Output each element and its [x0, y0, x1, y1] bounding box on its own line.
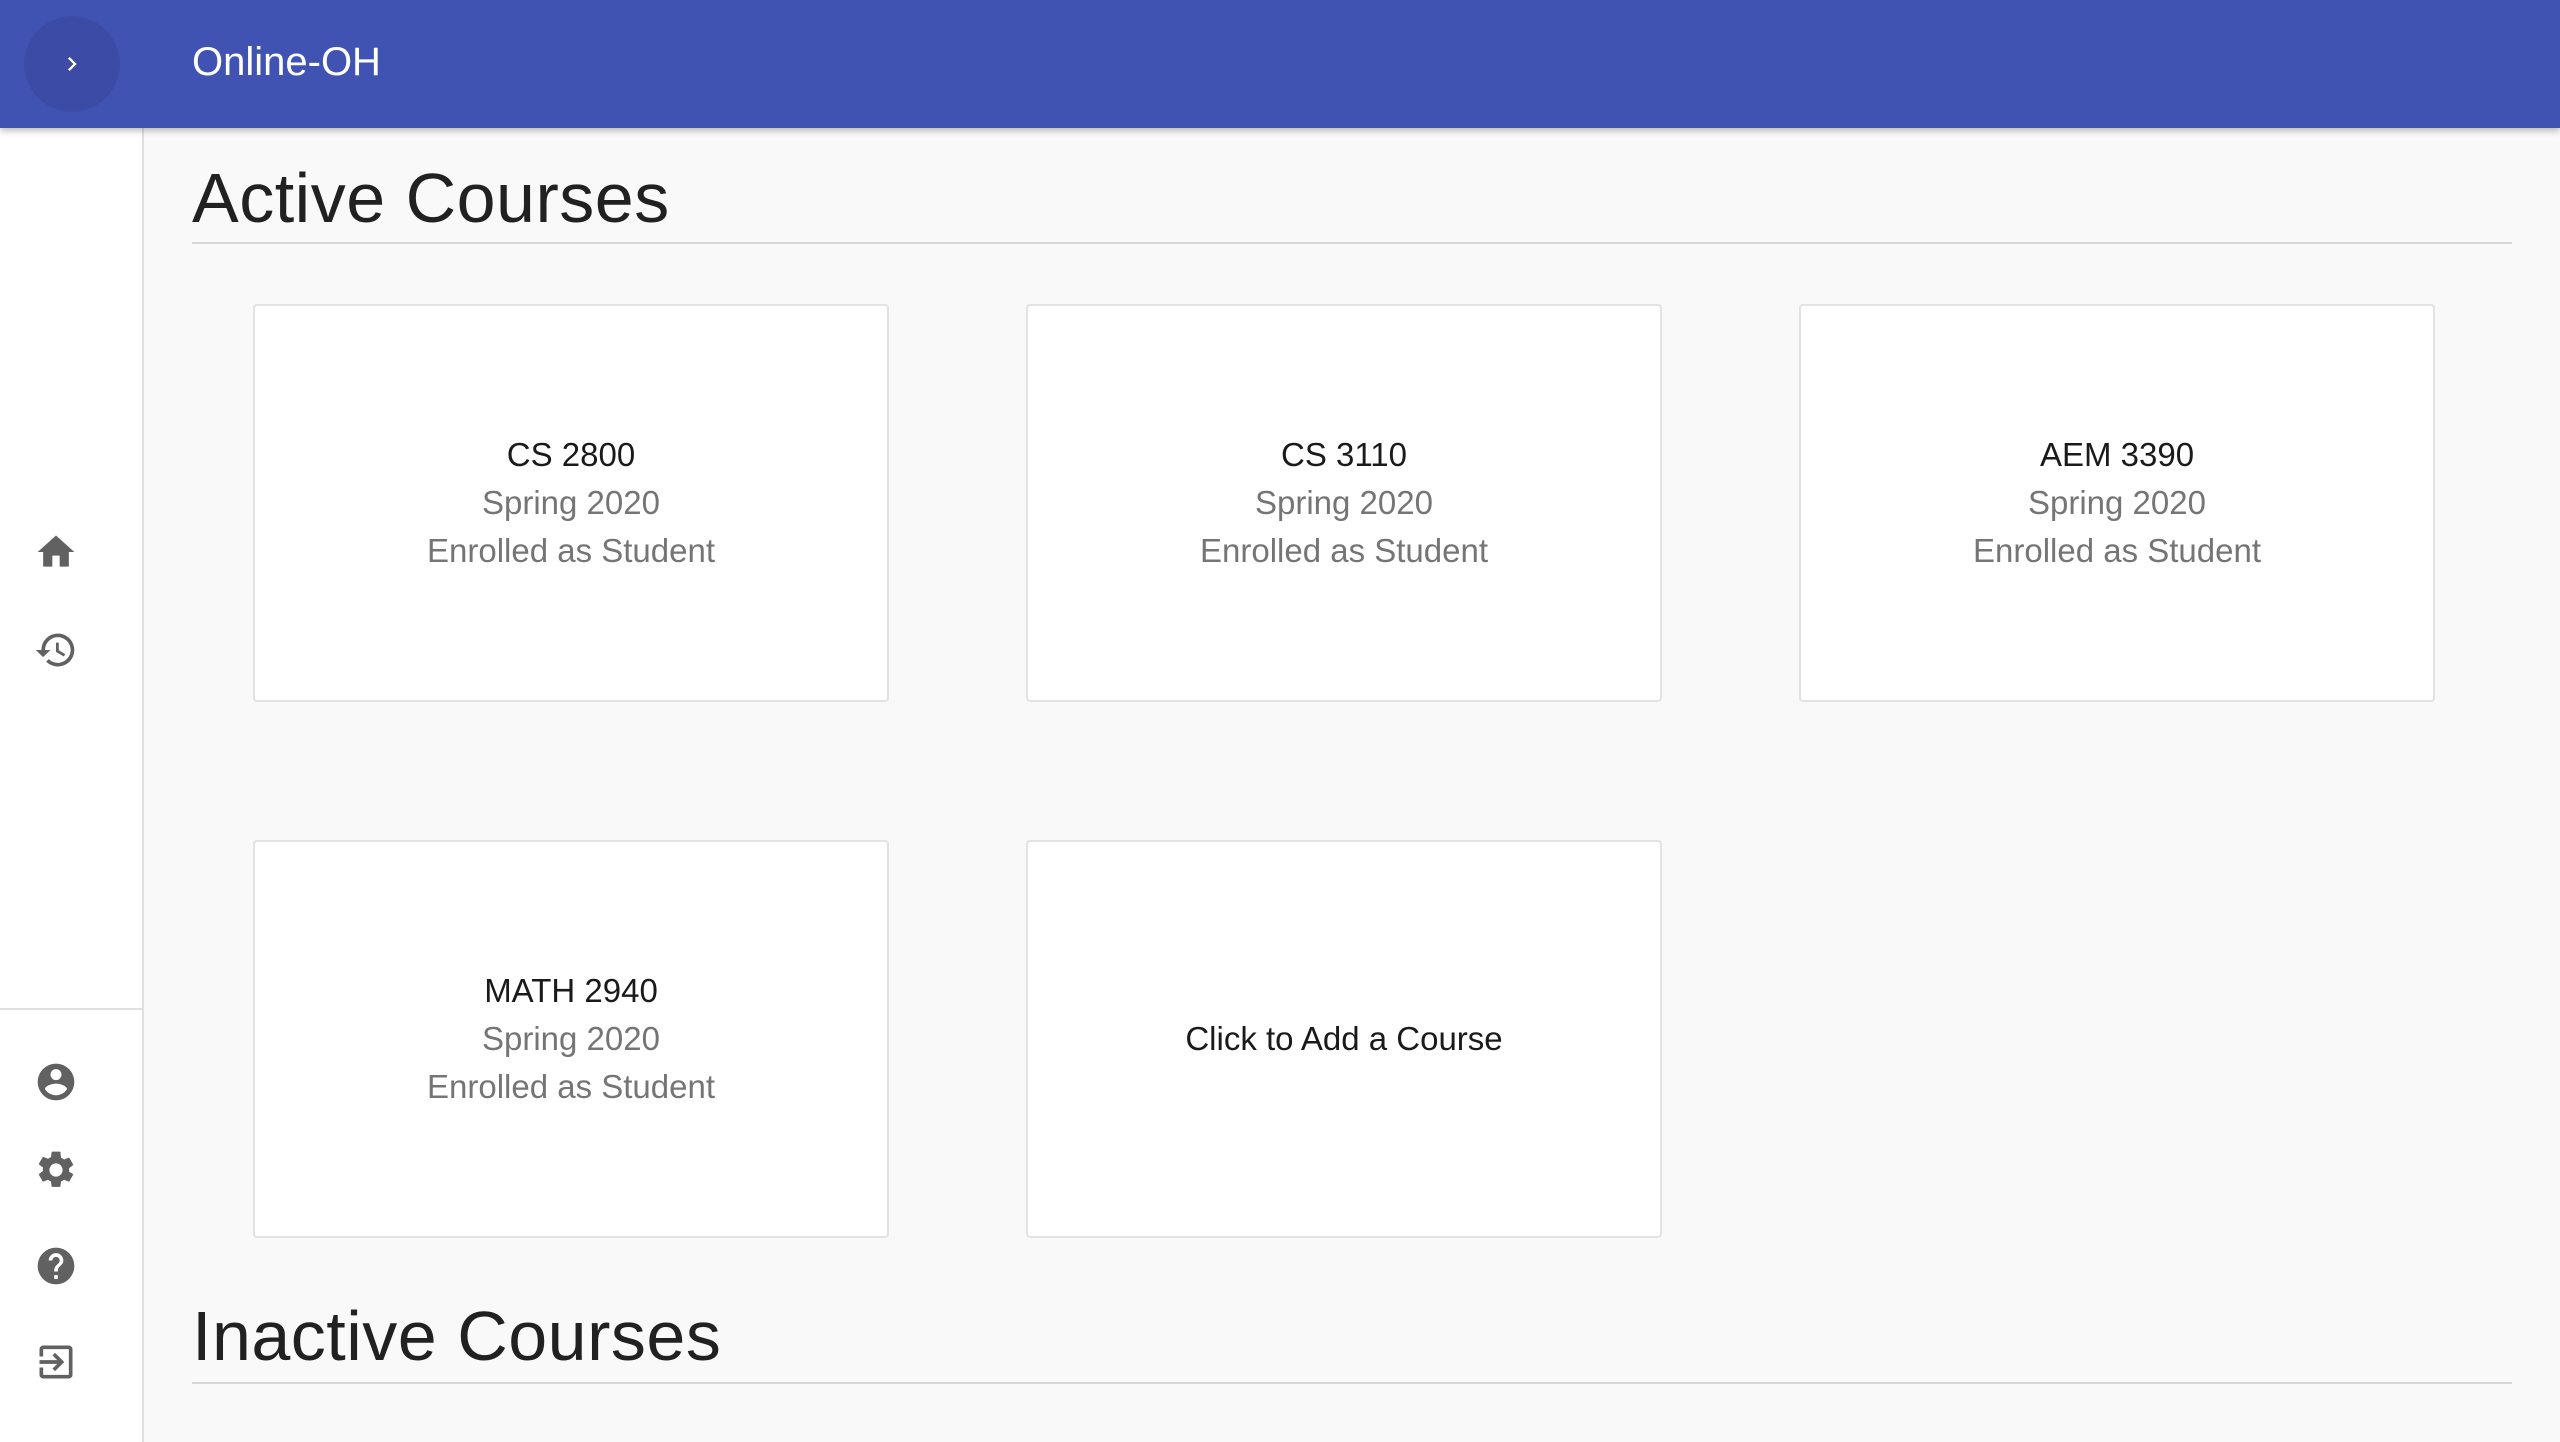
history-nav-button[interactable] — [24, 618, 88, 682]
active-courses-heading: Active Courses — [192, 159, 670, 237]
add-course-label: Click to Add a Course — [1185, 1020, 1503, 1057]
app-bar: Online-OH — [0, 0, 2560, 128]
course-card[interactable]: CS 2800 Spring 2020 Enrolled as Student — [253, 304, 889, 702]
course-role: Enrolled as Student — [426, 1068, 716, 1105]
main-content: Active Courses CS 2800 Spring 2020 Enrol… — [144, 128, 2560, 1442]
app-title: Online-OH — [192, 40, 381, 84]
course-code: AEM 3390 — [2039, 436, 2195, 473]
course-role: Enrolled as Student — [426, 532, 716, 569]
settings-nav-button[interactable] — [24, 1138, 88, 1202]
sidebar-divider — [0, 1008, 142, 1010]
chevron-right-icon — [58, 50, 86, 78]
course-card[interactable]: AEM 3390 Spring 2020 Enrolled as Student — [1799, 304, 2435, 702]
home-icon — [34, 530, 78, 574]
course-card[interactable]: CS 3110 Spring 2020 Enrolled as Student — [1026, 304, 1662, 702]
add-course-card[interactable]: Click to Add a Course — [1026, 840, 1662, 1238]
help-icon — [34, 1244, 78, 1288]
course-role: Enrolled as Student — [1199, 532, 1489, 569]
inactive-courses-heading: Inactive Courses — [192, 1297, 722, 1375]
section-divider — [192, 242, 2512, 244]
section-divider — [192, 1382, 2512, 1384]
help-nav-button[interactable] — [24, 1234, 88, 1298]
expand-menu-button[interactable] — [24, 16, 120, 112]
course-role: Enrolled as Student — [1972, 532, 2262, 569]
logout-icon — [34, 1340, 78, 1384]
course-term: Spring 2020 — [482, 1020, 660, 1057]
course-term: Spring 2020 — [2028, 484, 2206, 521]
course-term: Spring 2020 — [1255, 484, 1433, 521]
course-term: Spring 2020 — [482, 484, 660, 521]
course-card[interactable]: MATH 2940 Spring 2020 Enrolled as Studen… — [253, 840, 889, 1238]
course-code: MATH 2940 — [484, 972, 658, 1009]
course-code: CS 3110 — [1281, 436, 1407, 473]
account-icon — [34, 1060, 78, 1104]
home-nav-button[interactable] — [24, 520, 88, 584]
logout-nav-button[interactable] — [24, 1330, 88, 1394]
settings-icon — [34, 1148, 78, 1192]
history-icon — [34, 628, 78, 672]
account-nav-button[interactable] — [24, 1050, 88, 1114]
sidebar — [0, 128, 144, 1442]
course-code: CS 2800 — [506, 436, 636, 473]
